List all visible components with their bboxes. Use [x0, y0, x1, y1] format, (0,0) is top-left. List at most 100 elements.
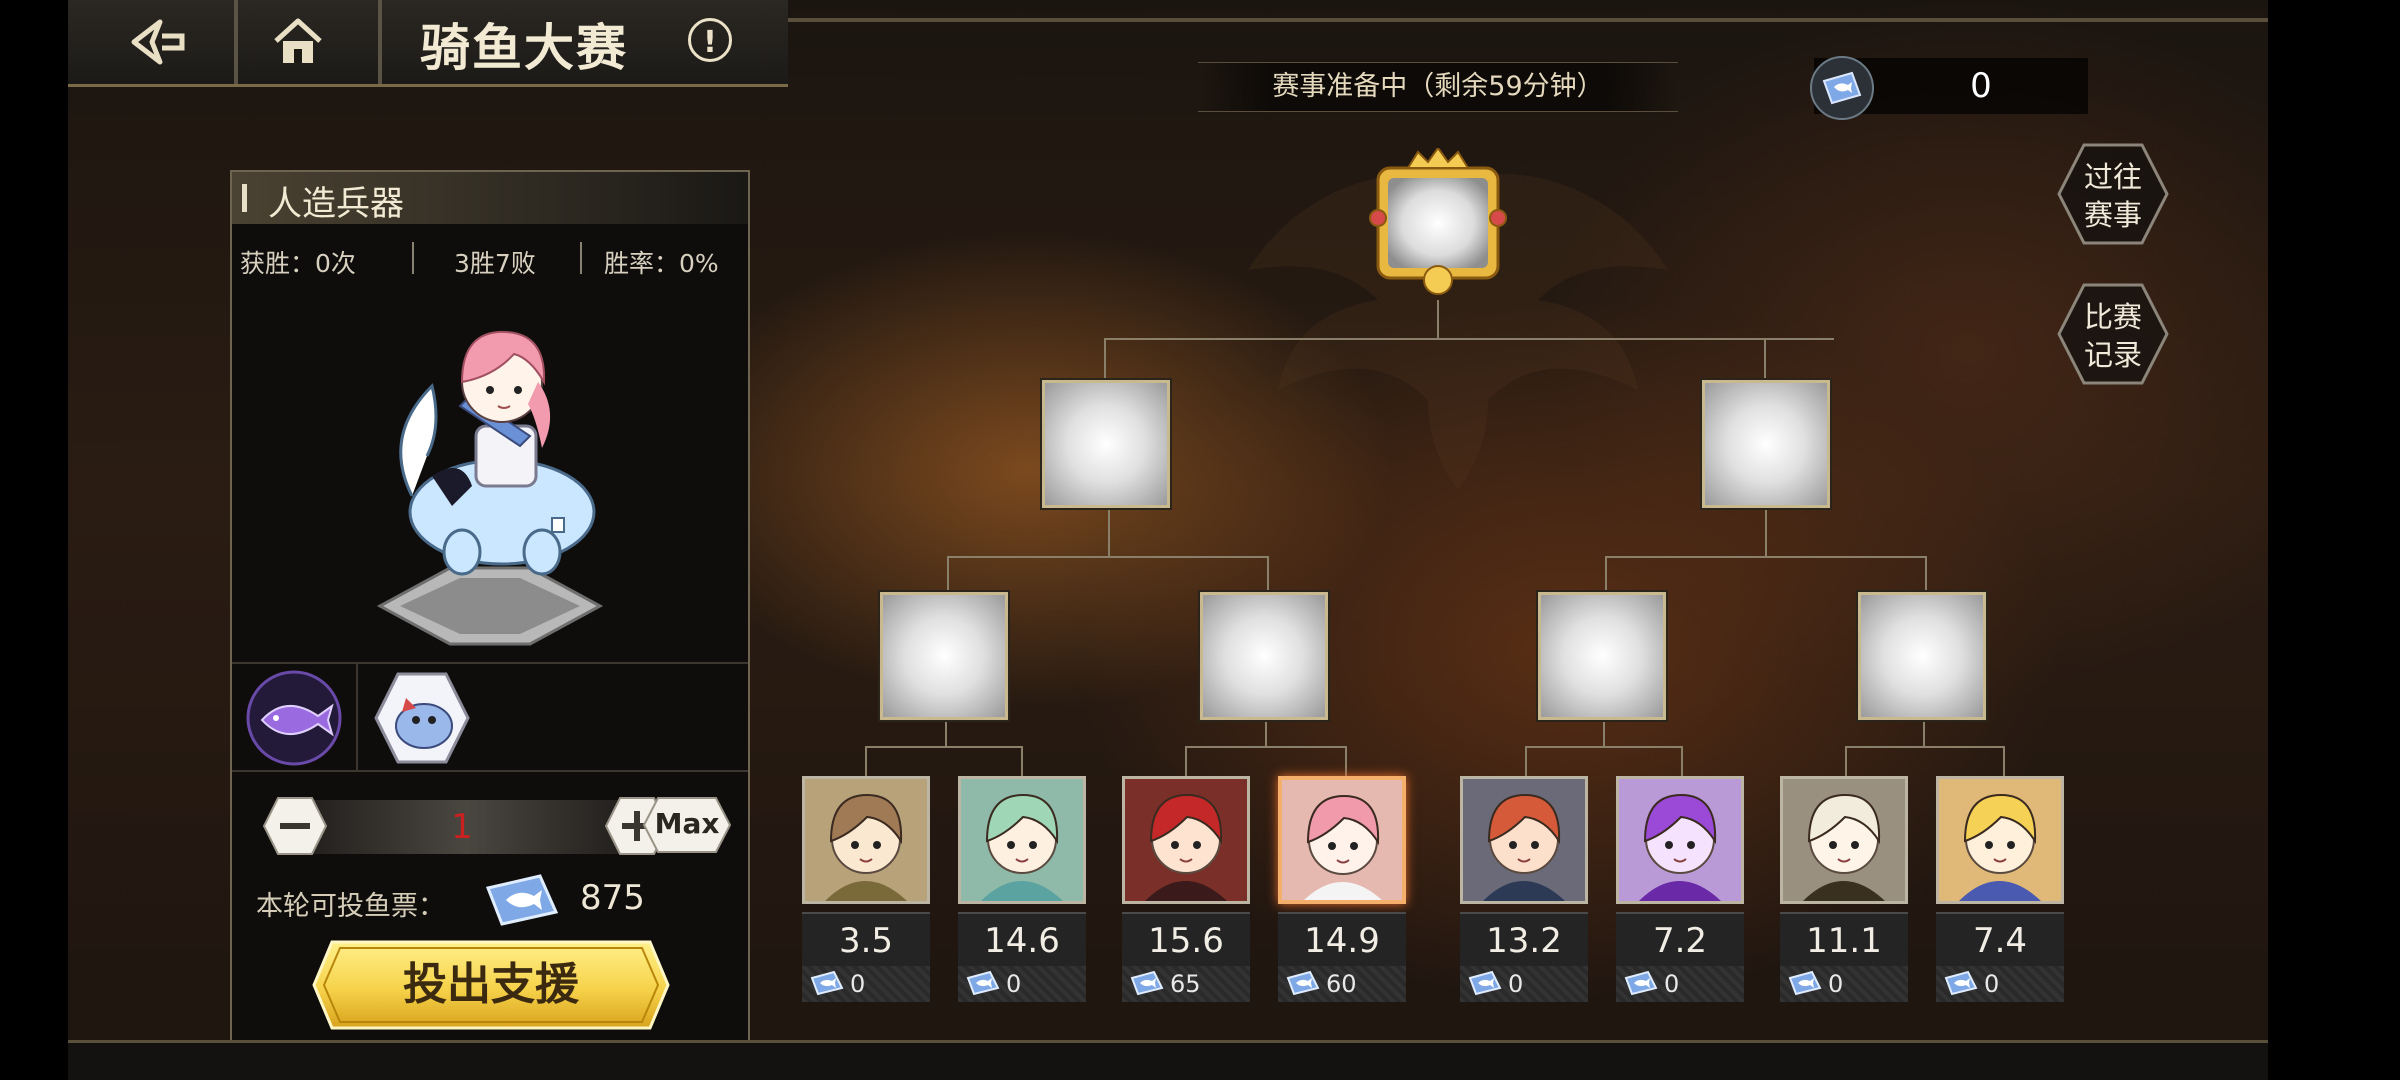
contestant-votes: 0	[1936, 966, 2064, 1002]
match-records-button[interactable]: 比赛 记录	[2056, 282, 2170, 386]
record-stat: 3胜7败	[454, 249, 536, 278]
contestant-avatar[interactable]	[1616, 776, 1744, 904]
contestant-avatar[interactable]	[958, 776, 1086, 904]
contestant-odds: 7.4	[1936, 912, 2064, 968]
contestant-card[interactable]: 15.6 65	[1122, 776, 1250, 1002]
contestant-avatar[interactable]	[1122, 776, 1250, 904]
contestant-name: 人造兵器	[268, 184, 404, 224]
chibi-character-icon	[1125, 779, 1247, 901]
match-records-label: 比赛 记录	[2083, 300, 2142, 372]
event-status: 赛事准备中（剩余59分钟）	[1198, 62, 1678, 112]
contestant-votes: 0	[1460, 966, 1588, 1002]
decrease-button[interactable]	[262, 796, 328, 856]
contestant-votes: 0	[802, 966, 930, 1002]
contestant-odds: 14.6	[958, 912, 1086, 968]
max-label: Max	[654, 807, 720, 840]
contestant-avatar[interactable]	[1278, 776, 1406, 904]
fish-ticket-icon	[1130, 970, 1164, 996]
fish-ticket-icon	[1944, 970, 1978, 996]
contestant-panel: 人造兵器 获胜：0次 3胜7败 胜率：0% 1 Max 本轮可投鱼票： 875 …	[230, 170, 750, 1044]
contestant-card[interactable]: 3.5 0	[802, 776, 930, 1002]
ticket-counter: 0	[1810, 56, 2088, 120]
contestant-odds: 15.6	[1122, 912, 1250, 968]
contestant-card[interactable]: 7.2 0	[1616, 776, 1744, 1002]
contestant-card[interactable]: 11.1 0	[1780, 776, 1908, 1002]
info-button[interactable]: !	[688, 18, 732, 62]
contestant-card[interactable]: 7.4 0	[1936, 776, 2064, 1002]
chibi-character-icon	[1282, 780, 1402, 900]
contestant-odds: 13.2	[1460, 912, 1588, 968]
contestant-avatar[interactable]	[1936, 776, 2064, 904]
vote-count: 0	[1664, 970, 1680, 998]
available-votes-count: 875	[580, 878, 645, 918]
page-title: 骑鱼大赛	[420, 18, 628, 77]
contestant-odds: 7.2	[1616, 912, 1744, 968]
semifinal-slot-right	[1702, 380, 1830, 508]
home-icon	[274, 18, 322, 63]
fish-ticket-icon	[1286, 970, 1320, 996]
win-rate-stat: 胜率：0%	[604, 249, 719, 278]
vote-count: 60	[1326, 970, 1357, 998]
fish-partner-portrait-icon[interactable]	[372, 668, 472, 768]
wins-stat: 获胜：0次	[240, 249, 356, 278]
purple-fish-badge-icon[interactable]	[244, 668, 344, 768]
contestant-votes: 0	[958, 966, 1086, 1002]
champion-trophy-frame-icon	[1369, 148, 1507, 295]
back-button[interactable]	[108, 12, 208, 72]
quarterfinal-slot-3	[1538, 592, 1666, 720]
contestant-card[interactable]: 14.9 60	[1278, 776, 1406, 1002]
contestant-avatar[interactable]	[802, 776, 930, 904]
max-button[interactable]: Max	[642, 796, 732, 854]
vote-count: 0	[1828, 970, 1844, 998]
available-votes-label: 本轮可投鱼票：	[256, 891, 445, 922]
quarterfinal-slot-1	[880, 592, 1008, 720]
chibi-character-icon	[1463, 779, 1585, 901]
quarterfinal-slot-4	[1858, 592, 1986, 720]
back-arrow-icon	[131, 19, 185, 65]
fish-ticket-icon	[485, 874, 559, 926]
contestant-card[interactable]: 13.2 0	[1460, 776, 1588, 1002]
past-events-label: 过往 赛事	[2083, 160, 2142, 232]
home-button[interactable]	[248, 12, 348, 72]
chibi-character-icon	[805, 779, 927, 901]
fish-ticket-icon	[1624, 970, 1658, 996]
fish-ticket-icon	[1788, 970, 1822, 996]
contestant-stats: 获胜：0次 3胜7败 胜率：0%	[232, 238, 748, 282]
badges-row	[232, 662, 748, 770]
support-button[interactable]: 投出支援	[310, 938, 672, 1032]
contestant-odds: 3.5	[802, 912, 930, 968]
fish-ticket-icon	[1810, 56, 1874, 120]
character-riding-fish-illustration	[376, 330, 604, 646]
game-stage: 骑鱼大赛 ! 赛事准备中（剩余59分钟） 0 过往 赛事 比赛 记录 人造兵器 …	[68, 0, 2268, 1080]
support-button-label: 投出支援	[403, 959, 579, 1010]
vote-count: 65	[1170, 970, 1201, 998]
panel-header: 人造兵器	[232, 172, 748, 224]
chibi-character-icon	[1783, 779, 1905, 901]
contestant-avatar[interactable]	[1460, 776, 1588, 904]
contestant-card[interactable]: 14.6 0	[958, 776, 1086, 1002]
vote-count: 0	[850, 970, 866, 998]
contestant-votes: 65	[1122, 966, 1250, 1002]
fish-ticket-icon	[966, 970, 1000, 996]
quantity-value[interactable]: 1	[372, 802, 552, 852]
vote-count: 0	[1984, 970, 2000, 998]
contestant-votes: 0	[1780, 966, 1908, 1002]
minus-icon	[262, 797, 328, 855]
fish-ticket-icon	[1468, 970, 1502, 996]
past-events-button[interactable]: 过往 赛事	[2056, 142, 2170, 246]
chibi-character-icon	[1939, 779, 2061, 901]
bottom-bar	[68, 1040, 2268, 1080]
semifinal-slot-left	[1042, 380, 1170, 508]
contestant-odds: 11.1	[1780, 912, 1908, 968]
vote-count: 0	[1006, 970, 1022, 998]
contestant-odds: 14.9	[1278, 912, 1406, 968]
vote-count: 0	[1508, 970, 1524, 998]
chibi-character-icon	[1619, 779, 1741, 901]
ticket-count: 0	[1970, 66, 1992, 106]
contestant-votes: 60	[1278, 966, 1406, 1002]
contestant-votes: 0	[1616, 966, 1744, 1002]
chibi-character-icon	[961, 779, 1083, 901]
fish-ticket-icon	[810, 970, 844, 996]
quarterfinal-slot-2	[1200, 592, 1328, 720]
contestant-avatar[interactable]	[1780, 776, 1908, 904]
